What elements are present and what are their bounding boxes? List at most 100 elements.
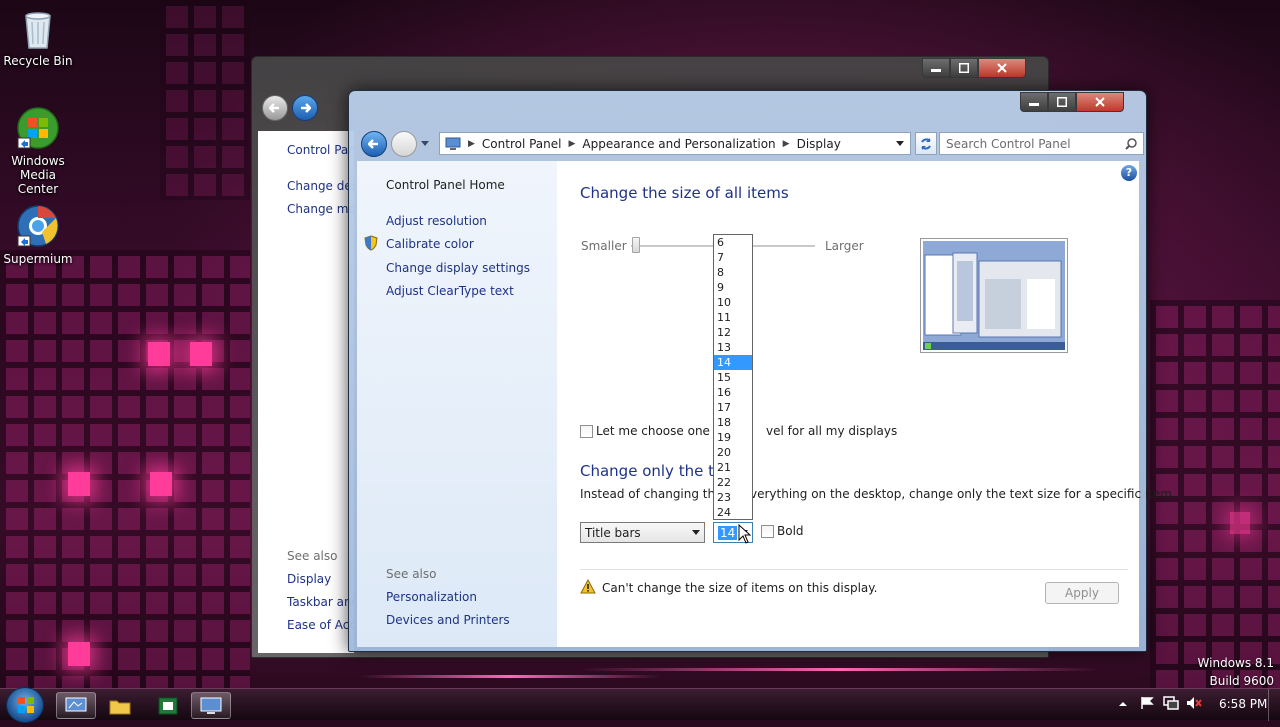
back-button[interactable]: [361, 131, 387, 157]
chevron-up-icon: [1119, 702, 1127, 706]
desktop-icon-supermium[interactable]: Supermium: [0, 204, 76, 266]
spreadsheet-icon: [158, 697, 178, 714]
bold-label: Bold: [777, 524, 804, 538]
font-size-option[interactable]: 22: [714, 475, 752, 490]
bold-checkbox[interactable]: [761, 525, 774, 538]
desktop-icon-recycle-bin[interactable]: Recycle Bin: [0, 6, 76, 68]
neon-window: [1230, 512, 1250, 534]
font-size-option[interactable]: 7: [714, 250, 752, 265]
text-item-select[interactable]: Title bars: [580, 522, 705, 543]
taskbar-app-button[interactable]: [56, 692, 96, 719]
address-bar[interactable]: ▶ Control Panel ▶ Appearance and Persona…: [439, 132, 911, 155]
display-app-icon: [65, 697, 87, 711]
calibrate-color-link[interactable]: Calibrate color: [386, 237, 474, 251]
see-also-heading: See also: [287, 549, 338, 563]
change-display-settings-link[interactable]: Change display settings: [386, 261, 530, 275]
breadcrumb-appearance[interactable]: Appearance and Personalization: [582, 137, 775, 151]
taskbar-control-panel-button[interactable]: [191, 692, 231, 719]
back-button[interactable]: [262, 95, 288, 121]
font-size-option[interactable]: 12: [714, 325, 752, 340]
font-size-option[interactable]: 20: [714, 445, 752, 460]
minimize-button[interactable]: [922, 58, 950, 78]
start-button[interactable]: [6, 687, 44, 723]
size-slider-thumb[interactable]: [632, 237, 640, 253]
folder-icon: [109, 700, 131, 714]
show-hidden-icons-button[interactable]: [1118, 698, 1128, 712]
address-history-chevron-down-icon[interactable]: [896, 141, 904, 146]
change-size-heading: Change the size of all items: [580, 184, 789, 202]
font-size-option[interactable]: 14: [714, 355, 752, 370]
breadcrumb-separator-icon: ▶: [782, 138, 790, 149]
personalization-link[interactable]: Personalization: [386, 590, 477, 604]
taskbar: 6:58 PM: [0, 687, 1280, 723]
see-also-heading: See also: [386, 567, 437, 581]
devices-and-printers-link[interactable]: Devices and Printers: [386, 613, 510, 627]
action-center-icon[interactable]: [1140, 696, 1154, 713]
font-size-option[interactable]: 11: [714, 310, 752, 325]
description-text-a: Instead of changing the s: [580, 487, 733, 501]
font-size-option[interactable]: 6: [714, 235, 752, 250]
breadcrumb-separator-icon: ▶: [468, 138, 475, 149]
system-clock[interactable]: 6:58 PM: [1219, 697, 1267, 711]
display-window[interactable]: ▶ Control Panel ▶ Appearance and Persona…: [348, 90, 1176, 652]
back-left-link[interactable]: Control Pan: [287, 143, 356, 157]
search-input[interactable]: Search Control Panel: [939, 132, 1144, 155]
font-size-dropdown-list[interactable]: 6 7 8 9 10 11 12 13 14 15 16 17 18 19 20 21 22 23 24: [713, 234, 753, 520]
left-navigation-pane: Control Panel Home Adjust resolution Cal…: [357, 161, 557, 647]
windows-logo-icon: [18, 697, 34, 713]
minimize-button[interactable]: [1020, 92, 1048, 112]
font-size-option[interactable]: 23: [714, 490, 752, 505]
close-button[interactable]: [978, 58, 1026, 78]
font-size-option[interactable]: 8: [714, 265, 752, 280]
recent-pages-chevron-down-icon[interactable]: [421, 141, 429, 146]
shield-icon: [364, 235, 378, 254]
font-size-option[interactable]: 24: [714, 505, 752, 520]
description-text-b: verything on the desktop, change only th…: [750, 487, 1176, 501]
window-caption-buttons: [922, 58, 1026, 78]
mouse-cursor-icon: [738, 523, 752, 547]
window-caption-buttons: [1020, 92, 1124, 112]
windows-build-watermark: Build 9600: [1209, 674, 1274, 688]
neon-window: [68, 472, 90, 496]
font-size-option[interactable]: 13: [714, 340, 752, 355]
font-size-option[interactable]: 9: [714, 280, 752, 295]
help-icon[interactable]: ?: [1121, 165, 1137, 181]
font-size-option[interactable]: 18: [714, 415, 752, 430]
breadcrumb-display[interactable]: Display: [797, 137, 841, 151]
refresh-button[interactable]: [915, 132, 937, 155]
back-see-also-link[interactable]: Display: [287, 572, 331, 586]
back-see-also-link[interactable]: Ease of Acc: [287, 618, 356, 632]
font-size-option[interactable]: 21: [714, 460, 752, 475]
navigation-bar: ▶ Control Panel ▶ Appearance and Persona…: [357, 129, 1144, 159]
adjust-resolution-link[interactable]: Adjust resolution: [386, 214, 487, 228]
windows-version-watermark: Windows 8.1: [1197, 656, 1274, 670]
close-button[interactable]: [1076, 92, 1124, 112]
slider-smaller-label: Smaller: [581, 239, 627, 253]
forward-button[interactable]: [292, 95, 318, 121]
taskbar-spreadsheet-button[interactable]: [148, 692, 188, 719]
supermium-icon: [16, 204, 60, 248]
font-size-option[interactable]: 17: [714, 400, 752, 415]
breadcrumb-control-panel[interactable]: Control Panel: [482, 137, 562, 151]
show-desktop-button[interactable]: [1268, 689, 1280, 721]
desktop-icon-windows-media-center[interactable]: Windows Media Center: [0, 106, 76, 196]
back-window-left-pane: Control Pan Change des Change mo See als…: [258, 131, 359, 653]
building-top: [160, 0, 250, 200]
font-size-option[interactable]: 16: [714, 385, 752, 400]
control-panel-home-link[interactable]: Control Panel Home: [386, 178, 505, 192]
adjust-cleartype-link[interactable]: Adjust ClearType text: [386, 284, 514, 298]
maximize-button[interactable]: [1048, 92, 1076, 112]
desktop-background: Recycle Bin Windows Media Center Supermi…: [0, 0, 1280, 688]
apply-button[interactable]: Apply: [1045, 582, 1119, 604]
font-size-option[interactable]: 15: [714, 370, 752, 385]
font-size-option[interactable]: 19: [714, 430, 752, 445]
one-scaling-level-checkbox[interactable]: [580, 425, 593, 438]
volume-muted-icon[interactable]: [1186, 696, 1202, 713]
network-icon[interactable]: [1163, 696, 1179, 713]
back-left-link[interactable]: Change mo: [287, 202, 356, 216]
taskbar-explorer-button[interactable]: [100, 692, 140, 719]
forward-button[interactable]: [391, 131, 417, 157]
font-size-option[interactable]: 10: [714, 295, 752, 310]
light-streak: [360, 675, 660, 678]
maximize-button[interactable]: [950, 58, 978, 78]
